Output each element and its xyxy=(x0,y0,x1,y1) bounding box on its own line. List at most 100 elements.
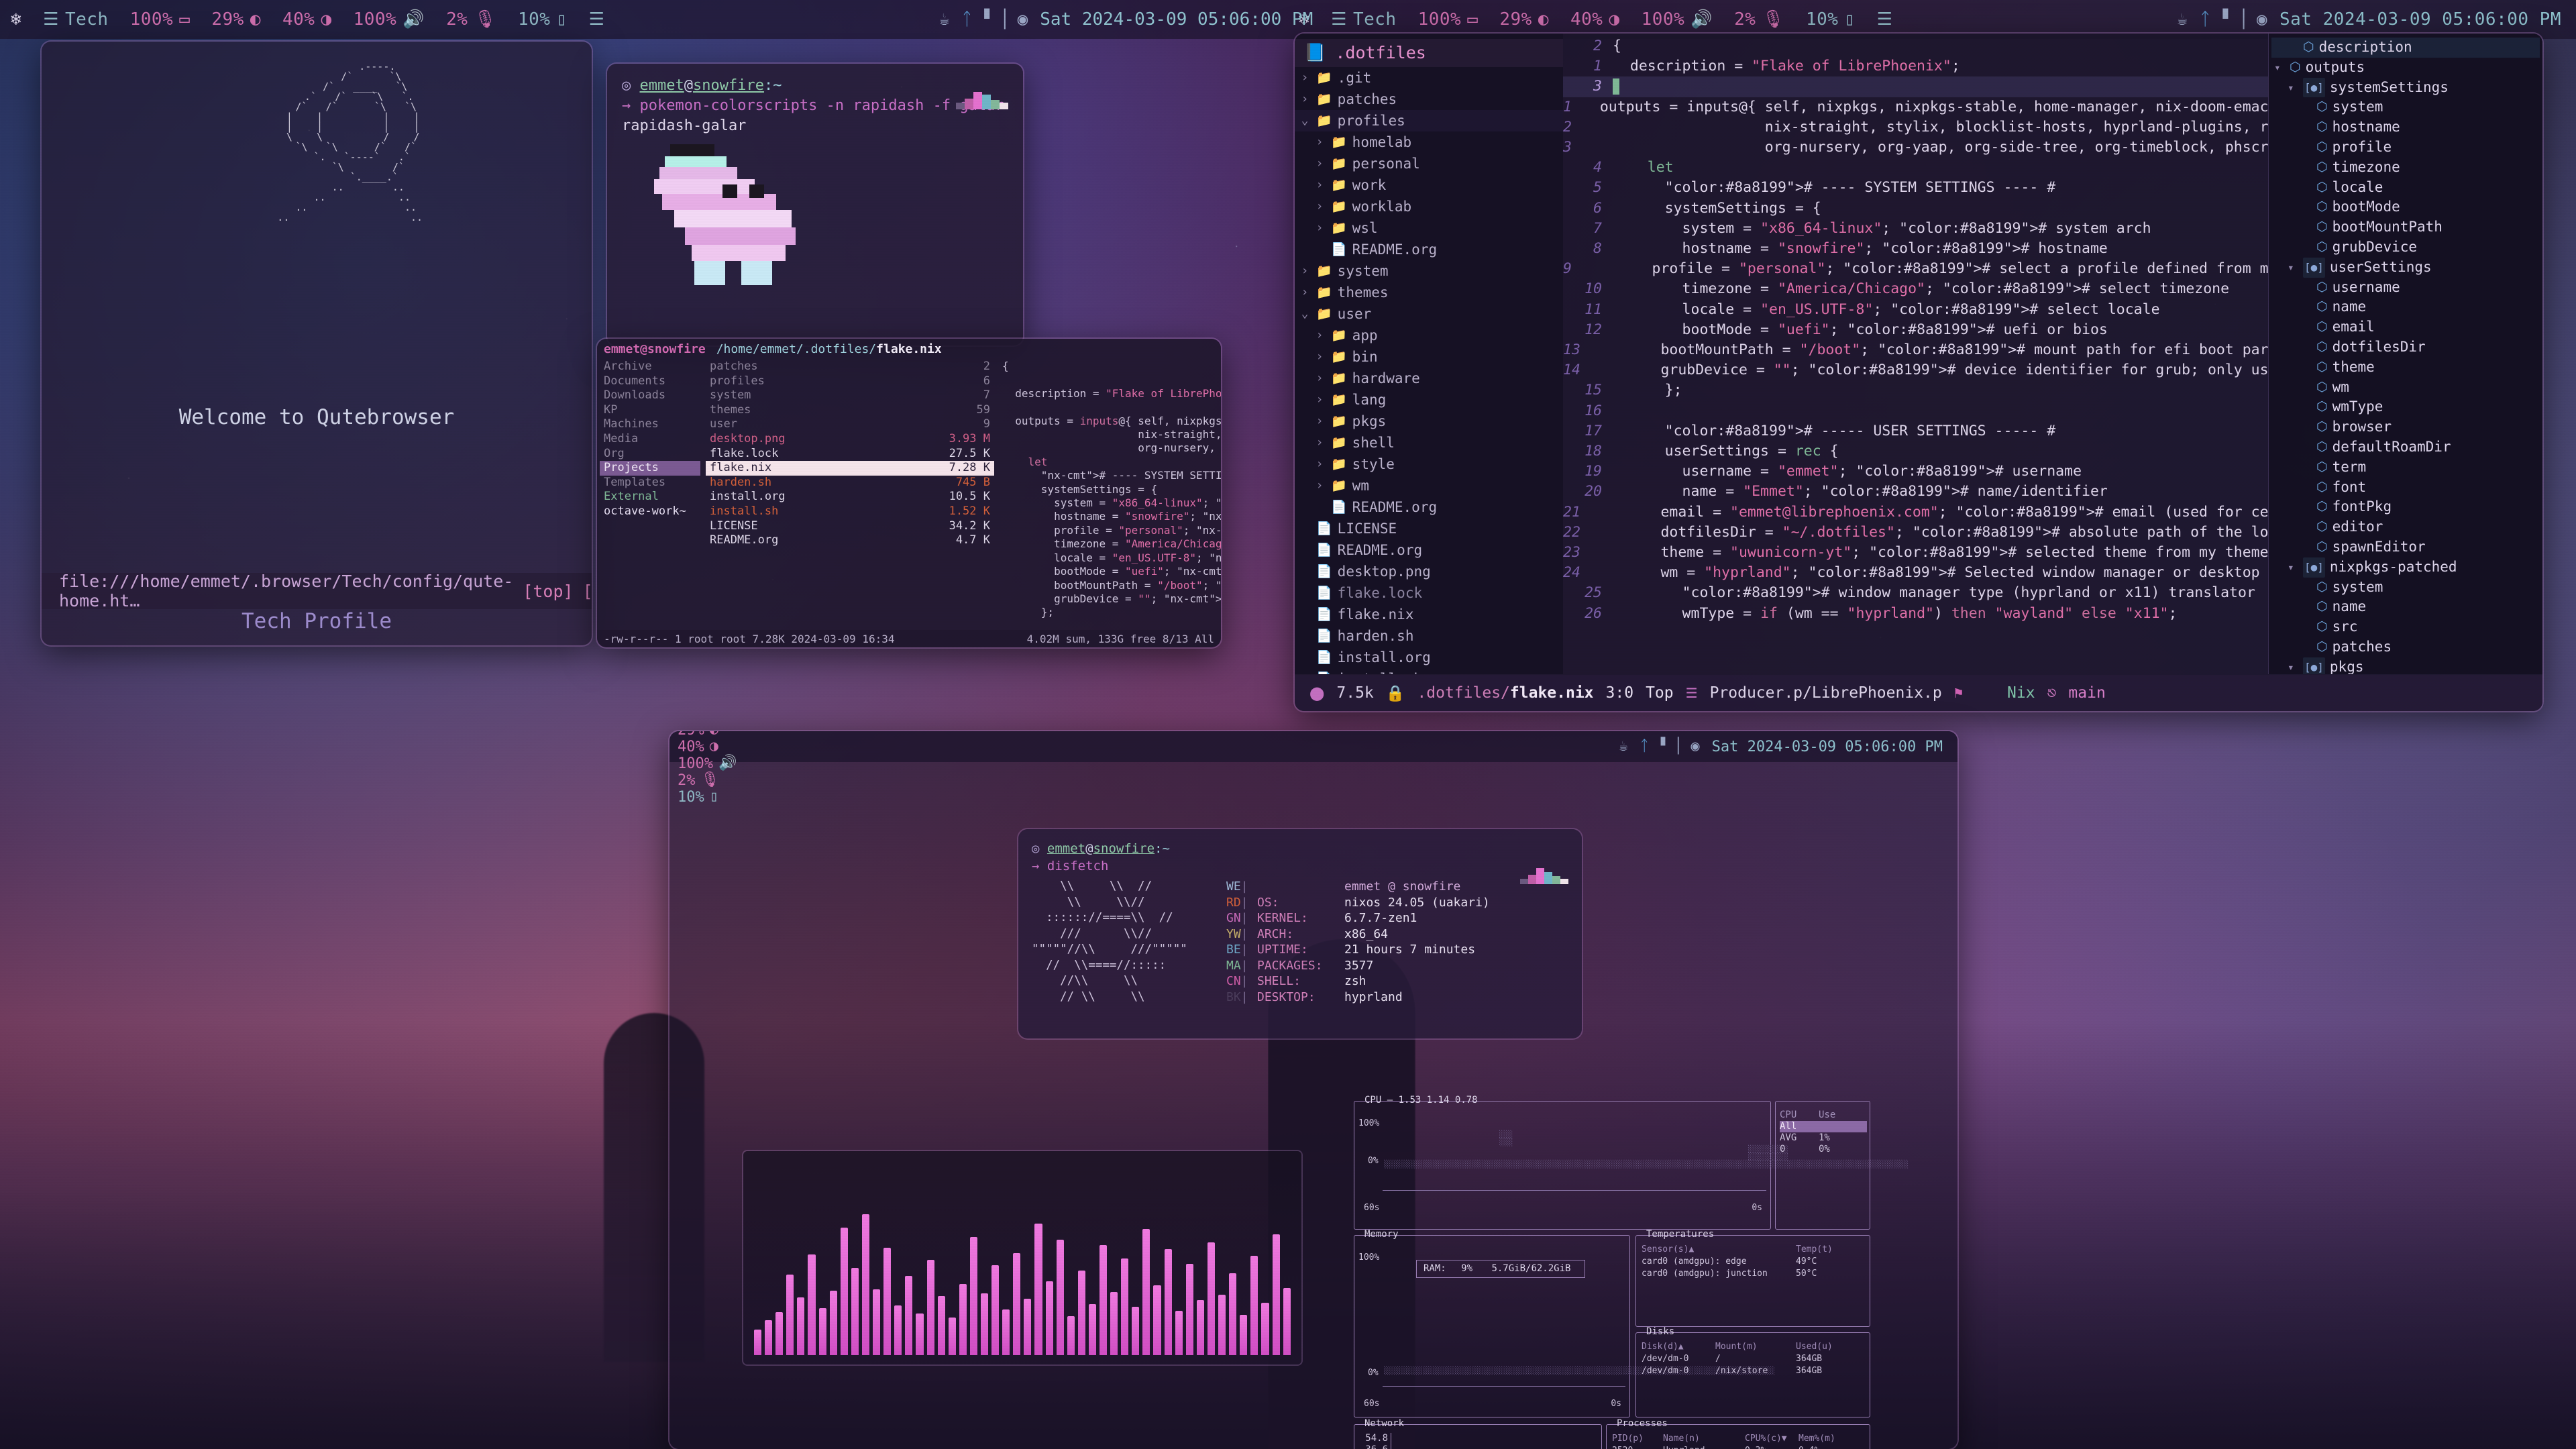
ranger-parent-item[interactable]: External xyxy=(600,490,700,504)
ranger-current-column[interactable]: patches 2 profiles 6 system 7 themes 59 user 9 des… xyxy=(703,360,997,635)
emacs-tree-item[interactable]: 📄 install.org xyxy=(1295,647,1563,668)
emacs-tree-item[interactable]: › 📁 bin xyxy=(1295,346,1563,368)
network-signal-icon[interactable]: ▘▕ xyxy=(1661,739,1679,754)
statusbar-module-memory[interactable]: 10% ▯ xyxy=(1795,9,1866,30)
emacs-imenu-item[interactable]: ⬡ browser xyxy=(2271,417,2540,437)
statusbar-module-microphone[interactable]: 2% 🎙 xyxy=(1723,9,1795,30)
ranger-file-row[interactable]: desktop.png 3.93 M xyxy=(706,432,994,447)
chevron-down-icon[interactable]: ⌄ xyxy=(1299,304,1311,324)
chevron-right-icon[interactable]: › xyxy=(1299,68,1311,88)
statusbar-module-hamburger[interactable]: ☰ xyxy=(578,11,616,28)
emacs-imenu-item[interactable]: ⬡ font xyxy=(2271,478,2540,498)
emacs-imenu-item[interactable]: ⬡ fontPkg xyxy=(2271,497,2540,517)
ranger-file-row[interactable]: flake.nix 7.28 K xyxy=(706,461,994,476)
emacs-imenu-item[interactable]: ▾ [●] pkgs xyxy=(2271,657,2540,674)
emacs-imenu-item[interactable]: ⬡ name xyxy=(2271,297,2540,317)
emacs-tree-item[interactable]: 📄 flake.lock xyxy=(1295,582,1563,604)
ranger-file-row[interactable]: flake.lock 27.5 K xyxy=(706,447,994,462)
emacs-tree-item[interactable]: › 📁 system xyxy=(1295,260,1563,282)
emacs-imenu-item[interactable]: ⬡ profile xyxy=(2271,138,2540,158)
statusbar-module-workspace[interactable]: ☰ Tech xyxy=(1320,9,1407,30)
qutebrowser-window[interactable]: .----. /` `\ /` ____ `\ .` /` `\ `. /` /… xyxy=(42,42,592,645)
chevron-down-icon[interactable]: ▾ xyxy=(2288,557,2298,578)
ranger-file-row[interactable]: system 7 xyxy=(706,388,994,403)
btop-table-row[interactable]: 2520Hyprland0.3%0.4% xyxy=(1612,1445,1866,1449)
emacs-window[interactable]: 📘 .dotfiles › 📁 .git › 📁 patches ⌄ 📁 profiles › 📁 h… xyxy=(1295,34,2542,711)
ranger-parent-item[interactable]: octave-work~ xyxy=(600,504,700,519)
emacs-code-area[interactable]: 2{1 description = "Flake of LibrePhoenix… xyxy=(1563,34,2268,624)
emacs-imenu-item[interactable]: ▾ [●] systemSettings xyxy=(2271,77,2540,98)
statusbar-module-workspace[interactable]: ☰ Tech xyxy=(32,9,119,30)
emacs-tree-item[interactable]: 📄 desktop.png xyxy=(1295,561,1563,582)
coffee-icon[interactable]: ☕ xyxy=(939,11,950,28)
chevron-down-icon[interactable]: ▾ xyxy=(2274,58,2285,78)
ranger-file-row[interactable]: install.org 10.5 K xyxy=(706,490,994,504)
ranger-parent-item[interactable]: Documents xyxy=(600,374,700,389)
chevron-right-icon[interactable]: › xyxy=(1313,175,1326,195)
emacs-imenu-item[interactable]: ⬡ timezone xyxy=(2271,158,2540,178)
network-signal-icon[interactable]: ▘▕ xyxy=(984,11,1005,28)
btop-cpu-list-row[interactable]: AVG 1% xyxy=(1780,1132,1867,1144)
emacs-imenu-item[interactable]: ⬡ bootMode xyxy=(2271,197,2540,217)
coffee-icon[interactable]: ☕ xyxy=(1619,739,1627,754)
ranger-file-row[interactable]: install.sh 1.52 K xyxy=(706,504,994,519)
emacs-tree-item[interactable]: › 📁 app xyxy=(1295,325,1563,346)
emacs-imenu-item[interactable]: ⬡ email xyxy=(2271,317,2540,337)
emacs-tree-item[interactable]: › 📁 worklab xyxy=(1295,196,1563,217)
emacs-imenu-item[interactable]: ⬡ bootMountPath xyxy=(2271,217,2540,237)
statusbar-module-brightness[interactable]: 40% ◑ xyxy=(669,739,745,755)
emacs-imenu-item[interactable]: ⬡ system xyxy=(2271,578,2540,598)
chevron-down-icon[interactable]: ⌄ xyxy=(1299,111,1311,131)
emacs-tree-item[interactable]: ⌄ 📁 profiles xyxy=(1295,110,1563,131)
ranger-file-row[interactable]: themes 59 xyxy=(706,403,994,418)
emacs-imenu-item[interactable]: ▾ [●] userSettings xyxy=(2271,257,2540,278)
ranger-parent-item[interactable]: Org xyxy=(600,447,700,462)
btop-table-row[interactable]: card0 (amdgpu): junction 50°C xyxy=(1642,1268,1866,1280)
emacs-tree-item[interactable]: 📄 install.sh xyxy=(1295,668,1563,674)
btop-table-row[interactable]: /dev/dm-0 / 364GB xyxy=(1642,1353,1866,1365)
emacs-tree-item[interactable]: › 📁 .git xyxy=(1295,67,1563,89)
disk-icon[interactable]: ◉ xyxy=(2257,11,2267,28)
chevron-right-icon[interactable]: › xyxy=(1299,89,1311,109)
emacs-imenu-item[interactable]: ⬡ system xyxy=(2271,97,2540,117)
bluetooth-icon[interactable]: ᛏ xyxy=(962,11,973,28)
emacs-imenu-item[interactable]: ⬡ name xyxy=(2271,597,2540,617)
disk-icon[interactable]: ◉ xyxy=(1018,11,1028,28)
statusbar-module-cpu-usage[interactable]: 29% ◐ xyxy=(669,731,745,739)
emacs-imenu-item[interactable]: ⬡ hostname xyxy=(2271,117,2540,138)
emacs-tree-item[interactable]: 📄 harden.sh xyxy=(1295,625,1563,647)
statusbar-module-cpu-usage[interactable]: 29% ◐ xyxy=(201,9,272,30)
chevron-right-icon[interactable]: › xyxy=(1313,411,1326,431)
chevron-right-icon[interactable]: › xyxy=(1313,390,1326,410)
chevron-down-icon[interactable]: ▾ xyxy=(2288,258,2298,278)
coffee-icon[interactable]: ☕ xyxy=(2177,11,2188,28)
btop-monitor[interactable]: CPU — 1.53 1.14 0.78 100% 0% 60s 0s ░░░ xyxy=(1354,1095,1908,1449)
emacs-tree-item[interactable]: 📄 README.org xyxy=(1295,539,1563,561)
emacs-imenu-item[interactable]: ⬡ patches xyxy=(2271,637,2540,657)
emacs-imenu-item[interactable]: ⬡ spawnEditor xyxy=(2271,537,2540,557)
ranger-window[interactable]: emmet@snowfire /home/emmet/.dotfiles/fla… xyxy=(597,339,1221,647)
statusbar-module-microphone[interactable]: 2% 🎙 xyxy=(435,9,507,30)
chevron-right-icon[interactable]: › xyxy=(1313,154,1326,174)
btop-cpu-list-row[interactable]: 0 0% xyxy=(1780,1144,1867,1155)
ranger-file-row[interactable]: LICENSE 34.2 K xyxy=(706,519,994,534)
emacs-imenu-item[interactable]: ▾ [●] nixpkgs-patched xyxy=(2271,557,2540,578)
chevron-down-icon[interactable]: ▾ xyxy=(2288,78,2298,98)
emacs-tree-item[interactable]: 📄 flake.nix xyxy=(1295,604,1563,625)
emacs-imenu-item[interactable]: ⬡ wm xyxy=(2271,378,2540,398)
ranger-parent-item[interactable]: KP xyxy=(600,403,700,418)
chevron-right-icon[interactable]: › xyxy=(1313,218,1326,238)
emacs-tree-item[interactable]: › 📁 personal xyxy=(1295,153,1563,174)
emacs-imenu-item[interactable]: ⬡ theme xyxy=(2271,358,2540,378)
emacs-tree-item[interactable]: › 📁 pkgs xyxy=(1295,411,1563,432)
chevron-right-icon[interactable]: › xyxy=(1313,347,1326,367)
emacs-tree-list[interactable]: › 📁 .git › 📁 patches ⌄ 📁 profiles › 📁 homelab › 📁 pers… xyxy=(1295,67,1563,674)
emacs-imenu-item[interactable]: ⬡ src xyxy=(2271,617,2540,637)
statusbar-module-nix-snowflake[interactable]: ❄ xyxy=(0,11,32,28)
chevron-right-icon[interactable]: › xyxy=(1313,454,1326,474)
ranger-parent-item[interactable]: Projects xyxy=(600,461,700,476)
chevron-right-icon[interactable]: › xyxy=(1299,282,1311,303)
emacs-buffer[interactable]: 2{1 description = "Flake of LibrePhoenix… xyxy=(1563,34,2268,674)
emacs-imenu-item[interactable]: ⬡ editor xyxy=(2271,517,2540,537)
ranger-file-row[interactable]: user 9 xyxy=(706,417,994,432)
